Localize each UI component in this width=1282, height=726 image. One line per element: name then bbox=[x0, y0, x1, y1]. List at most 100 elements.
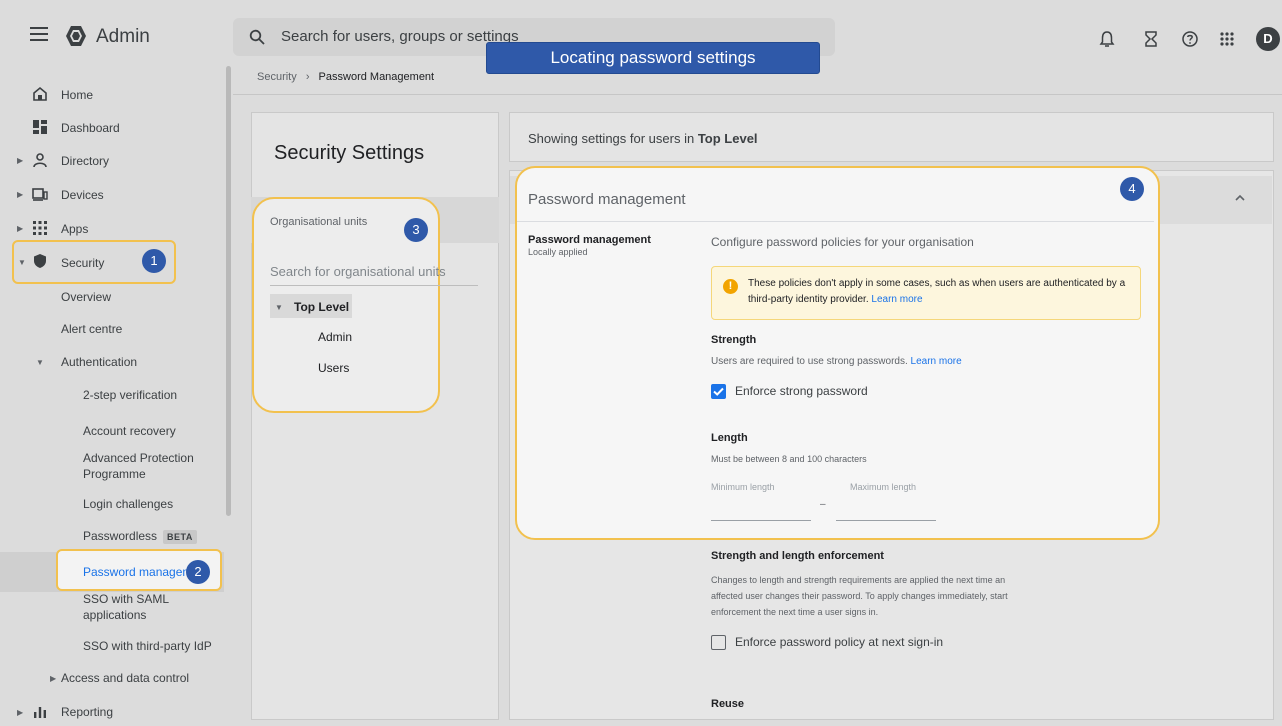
scope-prefix: Showing settings for users in bbox=[528, 131, 695, 146]
breadcrumb: Security › Password Management bbox=[257, 71, 434, 83]
chevron-right-icon[interactable]: ▶ bbox=[50, 674, 56, 683]
search-icon bbox=[249, 29, 265, 45]
enforcement-description: Changes to length and strength requireme… bbox=[711, 572, 1008, 620]
enforce-next-signin-checkbox[interactable] bbox=[711, 635, 726, 650]
chevron-right-icon[interactable]: ▶ bbox=[17, 190, 23, 199]
scope-name: Top Level bbox=[697, 131, 758, 146]
tree-item-admin[interactable]: Admin bbox=[318, 330, 352, 344]
dashboard-icon bbox=[33, 120, 47, 134]
strength-heading: Strength bbox=[711, 334, 757, 346]
enforcement-line1: Changes to length and strength requireme… bbox=[711, 575, 1006, 585]
shield-icon bbox=[34, 254, 46, 268]
pm-header-divider bbox=[517, 221, 1154, 222]
sidebar-item-authentication[interactable]: Authentication bbox=[61, 355, 137, 369]
callout-1: 1 bbox=[142, 249, 166, 273]
pm-sublabel: Locally applied bbox=[528, 247, 588, 257]
sso-saml-line1: SSO with SAML bbox=[83, 592, 170, 606]
pm-description: Configure password policies for your org… bbox=[711, 235, 974, 249]
sidebar-item-overview[interactable]: Overview bbox=[61, 290, 111, 304]
sidebar-item-directory[interactable]: Directory bbox=[61, 154, 109, 168]
enforcement-line2: affected user changes their password. To… bbox=[711, 591, 1008, 601]
sidebar-item-password-management[interactable]: Password managem bbox=[83, 565, 192, 579]
chevron-down-icon[interactable]: ▼ bbox=[36, 358, 44, 367]
sidebar-item-alert-centre[interactable]: Alert centre bbox=[61, 322, 122, 336]
admin-logo-icon bbox=[66, 26, 86, 46]
callout-3: 3 bbox=[404, 218, 428, 242]
max-length-input[interactable] bbox=[836, 500, 936, 521]
sidebar-item-login-challenges[interactable]: Login challenges bbox=[83, 497, 173, 511]
sidebar-item-access-data-control[interactable]: Access and data control bbox=[61, 671, 189, 685]
sidebar-item-security[interactable]: Security bbox=[61, 256, 104, 270]
min-length-input[interactable] bbox=[711, 500, 811, 521]
enforce-strong-checkbox[interactable] bbox=[711, 384, 726, 399]
notifications-icon[interactable] bbox=[1098, 30, 1116, 48]
strength-description: Users are required to use strong passwor… bbox=[711, 356, 962, 367]
adv-protection-line2: Programme bbox=[83, 467, 146, 481]
tree-item-users[interactable]: Users bbox=[318, 361, 349, 375]
apps-grid-icon[interactable] bbox=[1218, 30, 1236, 48]
enforcement-line3: enforcement the next time a user signs i… bbox=[711, 607, 879, 617]
sidebar-item-home[interactable]: Home bbox=[61, 88, 93, 102]
sidebar-item-sso-third-party[interactable]: SSO with third-party IdP bbox=[83, 639, 212, 653]
length-description: Must be between 8 and 100 characters bbox=[711, 454, 867, 464]
beta-badge: BETA bbox=[163, 530, 197, 544]
sidebar-item-advanced-protection[interactable]: Advanced Protection Programme bbox=[83, 450, 194, 482]
callout-2: 2 bbox=[186, 560, 210, 584]
help-icon[interactable] bbox=[1181, 30, 1199, 48]
enforce-strong-label: Enforce strong password bbox=[735, 384, 868, 398]
search-placeholder: Search for users, groups or settings bbox=[281, 28, 519, 45]
header-divider bbox=[233, 94, 1282, 95]
chevron-right-icon[interactable]: ▶ bbox=[17, 224, 23, 233]
sidebar-item-reporting[interactable]: Reporting bbox=[61, 705, 113, 719]
home-icon bbox=[33, 86, 47, 101]
tutorial-banner: Locating password settings bbox=[486, 42, 820, 74]
sidebar-item-devices[interactable]: Devices bbox=[61, 188, 104, 202]
enforcement-heading: Strength and length enforcement bbox=[711, 550, 884, 562]
sidebar-item-dashboard[interactable]: Dashboard bbox=[61, 121, 120, 135]
reuse-heading: Reuse bbox=[711, 698, 745, 710]
breadcrumb-security[interactable]: Security bbox=[257, 71, 297, 83]
menu-icon[interactable] bbox=[30, 26, 50, 42]
pm-label: Password management bbox=[528, 234, 651, 246]
sidebar-item-account-recovery[interactable]: Account recovery bbox=[83, 424, 176, 438]
scope-text: Showing settings for users in Top Level bbox=[528, 131, 758, 146]
callout-4: 4 bbox=[1120, 177, 1144, 201]
reporting-icon bbox=[34, 707, 46, 718]
sidebar-item-passwordless[interactable]: Passwordless BETA bbox=[83, 529, 197, 544]
passwordless-label: Passwordless bbox=[83, 529, 158, 543]
length-dash: – bbox=[820, 499, 826, 510]
avatar[interactable]: D bbox=[1256, 27, 1280, 51]
breadcrumb-current: Password Management bbox=[318, 71, 435, 83]
tree-item-top-level[interactable]: Top Level bbox=[294, 300, 349, 314]
strength-text: Users are required to use strong passwor… bbox=[711, 356, 908, 367]
devices-icon bbox=[32, 188, 48, 201]
enforce-next-signin-label: Enforce password policy at next sign-in bbox=[735, 635, 944, 649]
sso-saml-line2: applications bbox=[83, 608, 147, 622]
chevron-down-icon[interactable]: ▼ bbox=[18, 258, 26, 267]
max-length-label: Maximum length bbox=[850, 482, 917, 492]
sidebar-scrollbar[interactable] bbox=[226, 66, 231, 516]
brand-name: Admin bbox=[96, 26, 150, 47]
min-length-label: Minimum length bbox=[711, 482, 775, 492]
hourglass-icon[interactable] bbox=[1142, 30, 1160, 48]
info-message: These policies don't apply in some cases… bbox=[748, 278, 1126, 305]
strength-learn-more-link[interactable]: Learn more bbox=[911, 356, 962, 367]
apps-icon bbox=[33, 221, 47, 235]
sidebar-item-sso-saml[interactable]: SSO with SAML applications bbox=[83, 591, 169, 623]
chevron-right-icon[interactable]: ▶ bbox=[17, 156, 23, 165]
length-heading: Length bbox=[711, 432, 748, 444]
ou-search-input[interactable]: Search for organisational units bbox=[270, 264, 478, 286]
info-box: ! These policies don't apply in some cas… bbox=[711, 266, 1141, 320]
ou-label: Organisational units bbox=[270, 216, 368, 228]
collapse-chevron-icon[interactable] bbox=[1234, 193, 1246, 203]
chevron-down-icon[interactable]: ▼ bbox=[275, 303, 283, 312]
adv-protection-line1: Advanced Protection bbox=[83, 451, 194, 465]
pm-section-title[interactable]: Password management bbox=[528, 191, 686, 208]
sidebar-item-apps[interactable]: Apps bbox=[61, 222, 88, 236]
pm-highlight bbox=[515, 166, 1160, 540]
info-learn-more-link[interactable]: Learn more bbox=[871, 294, 922, 305]
security-settings-title: Security Settings bbox=[274, 142, 425, 164]
sidebar-item-2-step[interactable]: 2-step verification bbox=[83, 388, 177, 402]
info-icon: ! bbox=[723, 279, 738, 294]
chevron-right-icon[interactable]: ▶ bbox=[17, 708, 23, 717]
